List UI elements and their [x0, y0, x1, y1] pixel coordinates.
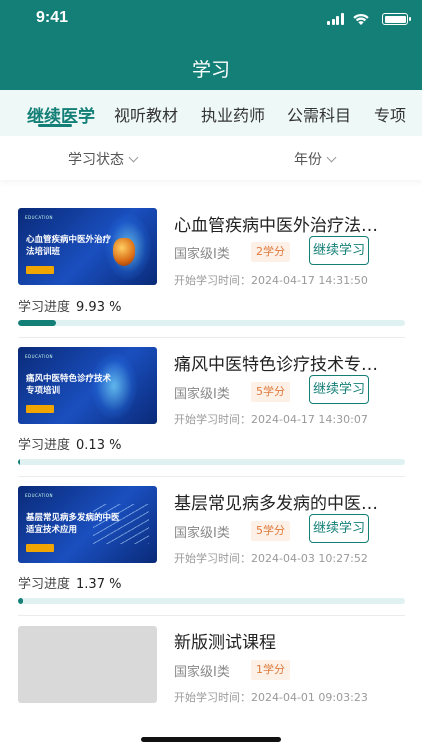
tab-public-subjects[interactable]: 公需科目	[287, 102, 351, 126]
thumbnail-title: 心血管疾病中医外治疗法培训班	[26, 235, 112, 257]
page-title: 学习	[191, 59, 230, 81]
progress-text: 学习进度 0.13 %	[18, 434, 121, 453]
thumbnail-title: 痛风中医特色诊疗技术专项培训	[26, 374, 112, 396]
course-level: 国家级Ⅰ类	[174, 526, 230, 541]
progress-value: 1.37 %	[76, 577, 122, 592]
year-label: 年份	[294, 152, 322, 168]
status-time: 9:41	[36, 9, 69, 26]
progress-value: 9.93 %	[76, 300, 122, 315]
filter-bar: 学习状态 年份	[0, 136, 422, 180]
start-time: 开始学习时间：2024-04-17 14:30:07	[174, 413, 368, 426]
course-title: 新版测试课程	[174, 633, 276, 653]
study-status-filter[interactable]: 学习状态	[68, 149, 139, 169]
course-thumbnail: EDUCATION 基层常见病多发病的中医适宜技术应用	[18, 486, 157, 563]
chevron-down-icon	[326, 152, 337, 162]
wifi-icon	[353, 13, 369, 25]
cellular-signal-icon	[327, 13, 344, 25]
app-header: 9:41 学习	[0, 0, 422, 90]
start-time: 开始学习时间：2024-04-03 10:27:52	[174, 552, 368, 565]
thumbnail-logo: EDUCATION	[25, 215, 54, 220]
course-title: 心血管疾病中医外治疗法培训班	[174, 216, 394, 236]
course-thumbnail: EDUCATION 痛风中医特色诊疗技术专项培训	[18, 347, 157, 424]
progress-text: 学习进度 9.93 %	[18, 296, 121, 315]
home-indicator	[141, 737, 281, 742]
category-tabs: 继续医学 视听教材 执业药师 公需科目 专项	[0, 90, 422, 136]
progress-value: 0.13 %	[76, 438, 122, 453]
credit-badge: 5学分	[251, 382, 290, 402]
tab-special[interactable]: 专项	[374, 102, 406, 126]
progress-label: 学习进度	[18, 438, 71, 453]
course-level: 国家级Ⅰ类	[174, 387, 230, 402]
course-level: 国家级Ⅰ类	[174, 665, 230, 680]
progress-bar	[18, 598, 405, 604]
continue-learning-button[interactable]: 继续学习	[309, 236, 369, 265]
course-thumbnail: EDUCATION 心血管疾病中医外治疗法培训班	[18, 208, 157, 285]
credit-badge: 1学分	[251, 660, 290, 680]
chevron-down-icon	[128, 152, 139, 162]
thumbnail-title: 基层常见病多发病的中医适宜技术应用	[26, 513, 120, 535]
thumbnail-logo: EDUCATION	[25, 493, 54, 498]
start-time: 开始学习时间：2024-04-17 14:31:50	[174, 274, 368, 287]
tab-licensed-pharmacist[interactable]: 执业药师	[201, 102, 265, 126]
status-bar: 9:41	[0, 0, 422, 40]
continue-learning-button[interactable]: 继续学习	[309, 514, 369, 543]
course-title: 基层常见病多发病的中医适宜技术应用	[174, 494, 394, 514]
progress-bar	[18, 459, 405, 465]
start-time: 开始学习时间：2024-04-01 09:03:23	[174, 691, 368, 704]
course-level: 国家级Ⅰ类	[174, 247, 230, 262]
course-thumbnail-placeholder	[18, 626, 157, 703]
battery-icon	[382, 13, 411, 25]
year-filter[interactable]: 年份	[294, 149, 337, 169]
thumbnail-logo: EDUCATION	[25, 354, 54, 359]
progress-text: 学习进度 1.37 %	[18, 573, 121, 592]
progress-label: 学习进度	[18, 577, 71, 592]
credit-badge: 2学分	[251, 242, 290, 262]
course-title: 痛风中医特色诊疗技术专项培训	[174, 355, 394, 375]
continue-learning-button[interactable]: 继续学习	[309, 375, 369, 404]
progress-label: 学习进度	[18, 300, 71, 315]
progress-bar	[18, 320, 405, 326]
study-status-label: 学习状态	[68, 152, 124, 168]
active-tab-indicator	[38, 124, 72, 127]
credit-badge: 5学分	[251, 521, 290, 541]
tab-audiovisual[interactable]: 视听教材	[114, 102, 178, 126]
